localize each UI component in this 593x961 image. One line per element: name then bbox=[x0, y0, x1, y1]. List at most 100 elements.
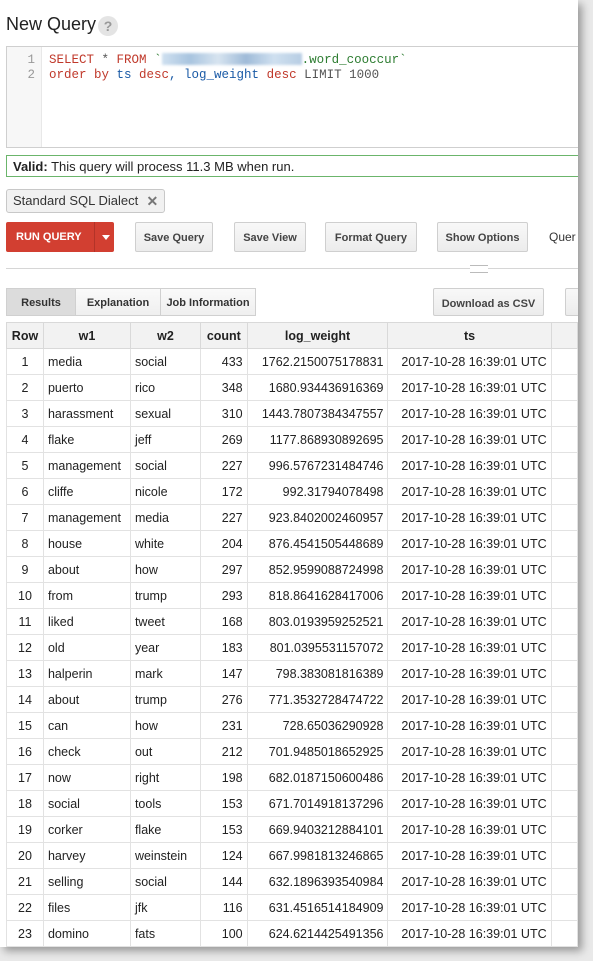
cell-w2: media bbox=[129, 504, 202, 531]
cell-w1: domino bbox=[42, 920, 131, 947]
cell-w1: from bbox=[42, 582, 131, 609]
keyword-desc: desc bbox=[139, 68, 170, 82]
chevron-down-icon[interactable] bbox=[102, 235, 110, 240]
cell-count: 276 bbox=[200, 686, 248, 713]
table-row: 6 cliffe nicole 172 992.31794078498 2017-10-2… bbox=[6, 478, 578, 505]
cell-row: 23 bbox=[6, 920, 44, 947]
format-query-button[interactable]: Format Query bbox=[325, 222, 417, 252]
column-header-log-weight[interactable]: log_weight bbox=[246, 322, 389, 349]
cell-count: 297 bbox=[200, 556, 248, 583]
code-line-2[interactable]: order by ts desc, log_weight desc LIMIT … bbox=[49, 68, 379, 82]
cell-ts: 2017-10-28 16:39:01 UTC bbox=[387, 738, 552, 765]
cell-w1: corker bbox=[42, 816, 131, 843]
cell-row: 2 bbox=[6, 374, 44, 401]
table-row: 3 harassment sexual 310 1443.7807384347557 20… bbox=[6, 400, 578, 427]
cell-extra bbox=[550, 556, 578, 583]
cell-count: 227 bbox=[200, 504, 248, 531]
cell-ts: 2017-10-28 16:39:01 UTC bbox=[387, 712, 552, 739]
cell-w2: tweet bbox=[129, 608, 202, 635]
column-header-count[interactable]: count bbox=[200, 322, 248, 349]
cell-ts: 2017-10-28 16:39:01 UTC bbox=[387, 478, 552, 505]
cell-extra bbox=[550, 764, 578, 791]
editor-gutter: 1 2 bbox=[7, 47, 42, 147]
cell-log-weight: 798.383081816389 bbox=[246, 660, 389, 687]
more-actions-button[interactable] bbox=[565, 288, 578, 316]
cell-row: 17 bbox=[6, 764, 44, 791]
tab-results[interactable]: Results bbox=[6, 288, 76, 316]
cell-row: 22 bbox=[6, 894, 44, 921]
cell-w2: trump bbox=[129, 582, 202, 609]
cell-log-weight: 669.9403212884101 bbox=[246, 816, 389, 843]
table-row: 2 puerto rico 348 1680.934436916369 2017-10-2… bbox=[6, 374, 578, 401]
cell-ts: 2017-10-28 16:39:01 UTC bbox=[387, 894, 552, 921]
help-icon[interactable]: ? bbox=[98, 16, 118, 36]
cell-w1: files bbox=[42, 894, 131, 921]
close-icon[interactable]: ✕ bbox=[147, 190, 159, 212]
tab-job-information[interactable]: Job Information bbox=[160, 288, 256, 316]
cell-ts: 2017-10-28 16:39:01 UTC bbox=[387, 842, 552, 869]
line-number: 2 bbox=[27, 68, 35, 82]
cell-extra bbox=[550, 374, 578, 401]
query-overflow-label: Quer bbox=[549, 230, 576, 244]
cell-w2: jeff bbox=[129, 426, 202, 453]
cell-w2: social bbox=[129, 348, 202, 375]
cell-w2: white bbox=[129, 530, 202, 557]
cell-extra bbox=[550, 504, 578, 531]
cell-log-weight: 1177.868930892695 bbox=[246, 426, 389, 453]
cell-log-weight: 667.9981813246865 bbox=[246, 842, 389, 869]
keyword-desc: desc bbox=[266, 68, 297, 82]
column-header-w1[interactable]: w1 bbox=[42, 322, 131, 349]
show-options-button[interactable]: Show Options bbox=[437, 222, 528, 252]
cell-ts: 2017-10-28 16:39:01 UTC bbox=[387, 764, 552, 791]
cell-log-weight: 631.4516514184909 bbox=[246, 894, 389, 921]
sql-editor[interactable]: 1 2 SELECT * FROM ` .word_cooccur` order … bbox=[6, 46, 578, 148]
cell-extra bbox=[550, 348, 578, 375]
cell-ts: 2017-10-28 16:39:01 UTC bbox=[387, 426, 552, 453]
cell-extra bbox=[550, 790, 578, 817]
cell-ts: 2017-10-28 16:39:01 UTC bbox=[387, 530, 552, 557]
cell-w1: puerto bbox=[42, 374, 131, 401]
cell-log-weight: 1680.934436916369 bbox=[246, 374, 389, 401]
cell-w1: old bbox=[42, 634, 131, 661]
cell-row: 5 bbox=[6, 452, 44, 479]
table-row: 8 house white 204 876.4541505448689 2017-10-2… bbox=[6, 530, 578, 557]
validation-label: Valid: bbox=[13, 159, 48, 174]
cell-ts: 2017-10-28 16:39:01 UTC bbox=[387, 660, 552, 687]
cell-w2: nicole bbox=[129, 478, 202, 505]
download-csv-button[interactable]: Download as CSV bbox=[433, 288, 544, 316]
cell-row: 9 bbox=[6, 556, 44, 583]
table-row: 1 media social 433 1762.2150075178831 2017-10… bbox=[6, 348, 578, 375]
cell-extra bbox=[550, 660, 578, 687]
cell-ts: 2017-10-28 16:39:01 UTC bbox=[387, 582, 552, 609]
tab-explanation[interactable]: Explanation bbox=[75, 288, 161, 316]
cell-w2: jfk bbox=[129, 894, 202, 921]
cell-w2: social bbox=[129, 452, 202, 479]
table-row: 18 social tools 153 671.7014918137296 2017-10… bbox=[6, 790, 578, 817]
cell-log-weight: 632.1896393540984 bbox=[246, 868, 389, 895]
column-header-w2[interactable]: w2 bbox=[129, 322, 202, 349]
cell-log-weight: 876.4541505448689 bbox=[246, 530, 389, 557]
cell-w2: fats bbox=[129, 920, 202, 947]
cell-count: 227 bbox=[200, 452, 248, 479]
cell-extra bbox=[550, 478, 578, 505]
cell-count: 124 bbox=[200, 842, 248, 869]
cell-row: 15 bbox=[6, 712, 44, 739]
line-number: 1 bbox=[27, 53, 35, 67]
cell-row: 8 bbox=[6, 530, 44, 557]
code-line-1[interactable]: SELECT * FROM ` .word_cooccur` bbox=[49, 53, 407, 67]
resize-handle[interactable] bbox=[470, 265, 488, 273]
cell-log-weight: 996.5767231484746 bbox=[246, 452, 389, 479]
cell-extra bbox=[550, 738, 578, 765]
cell-ts: 2017-10-28 16:39:01 UTC bbox=[387, 686, 552, 713]
cell-count: 310 bbox=[200, 400, 248, 427]
column-header-row[interactable]: Row bbox=[6, 322, 44, 349]
cell-w2: rico bbox=[129, 374, 202, 401]
column-header-ts[interactable]: ts bbox=[387, 322, 552, 349]
save-query-button[interactable]: Save Query bbox=[135, 222, 213, 252]
cell-count: 172 bbox=[200, 478, 248, 505]
cell-w2: tools bbox=[129, 790, 202, 817]
cell-ts: 2017-10-28 16:39:01 UTC bbox=[387, 556, 552, 583]
cell-extra bbox=[550, 816, 578, 843]
run-query-button[interactable]: RUN QUERY bbox=[6, 222, 114, 252]
save-view-button[interactable]: Save View bbox=[234, 222, 306, 252]
